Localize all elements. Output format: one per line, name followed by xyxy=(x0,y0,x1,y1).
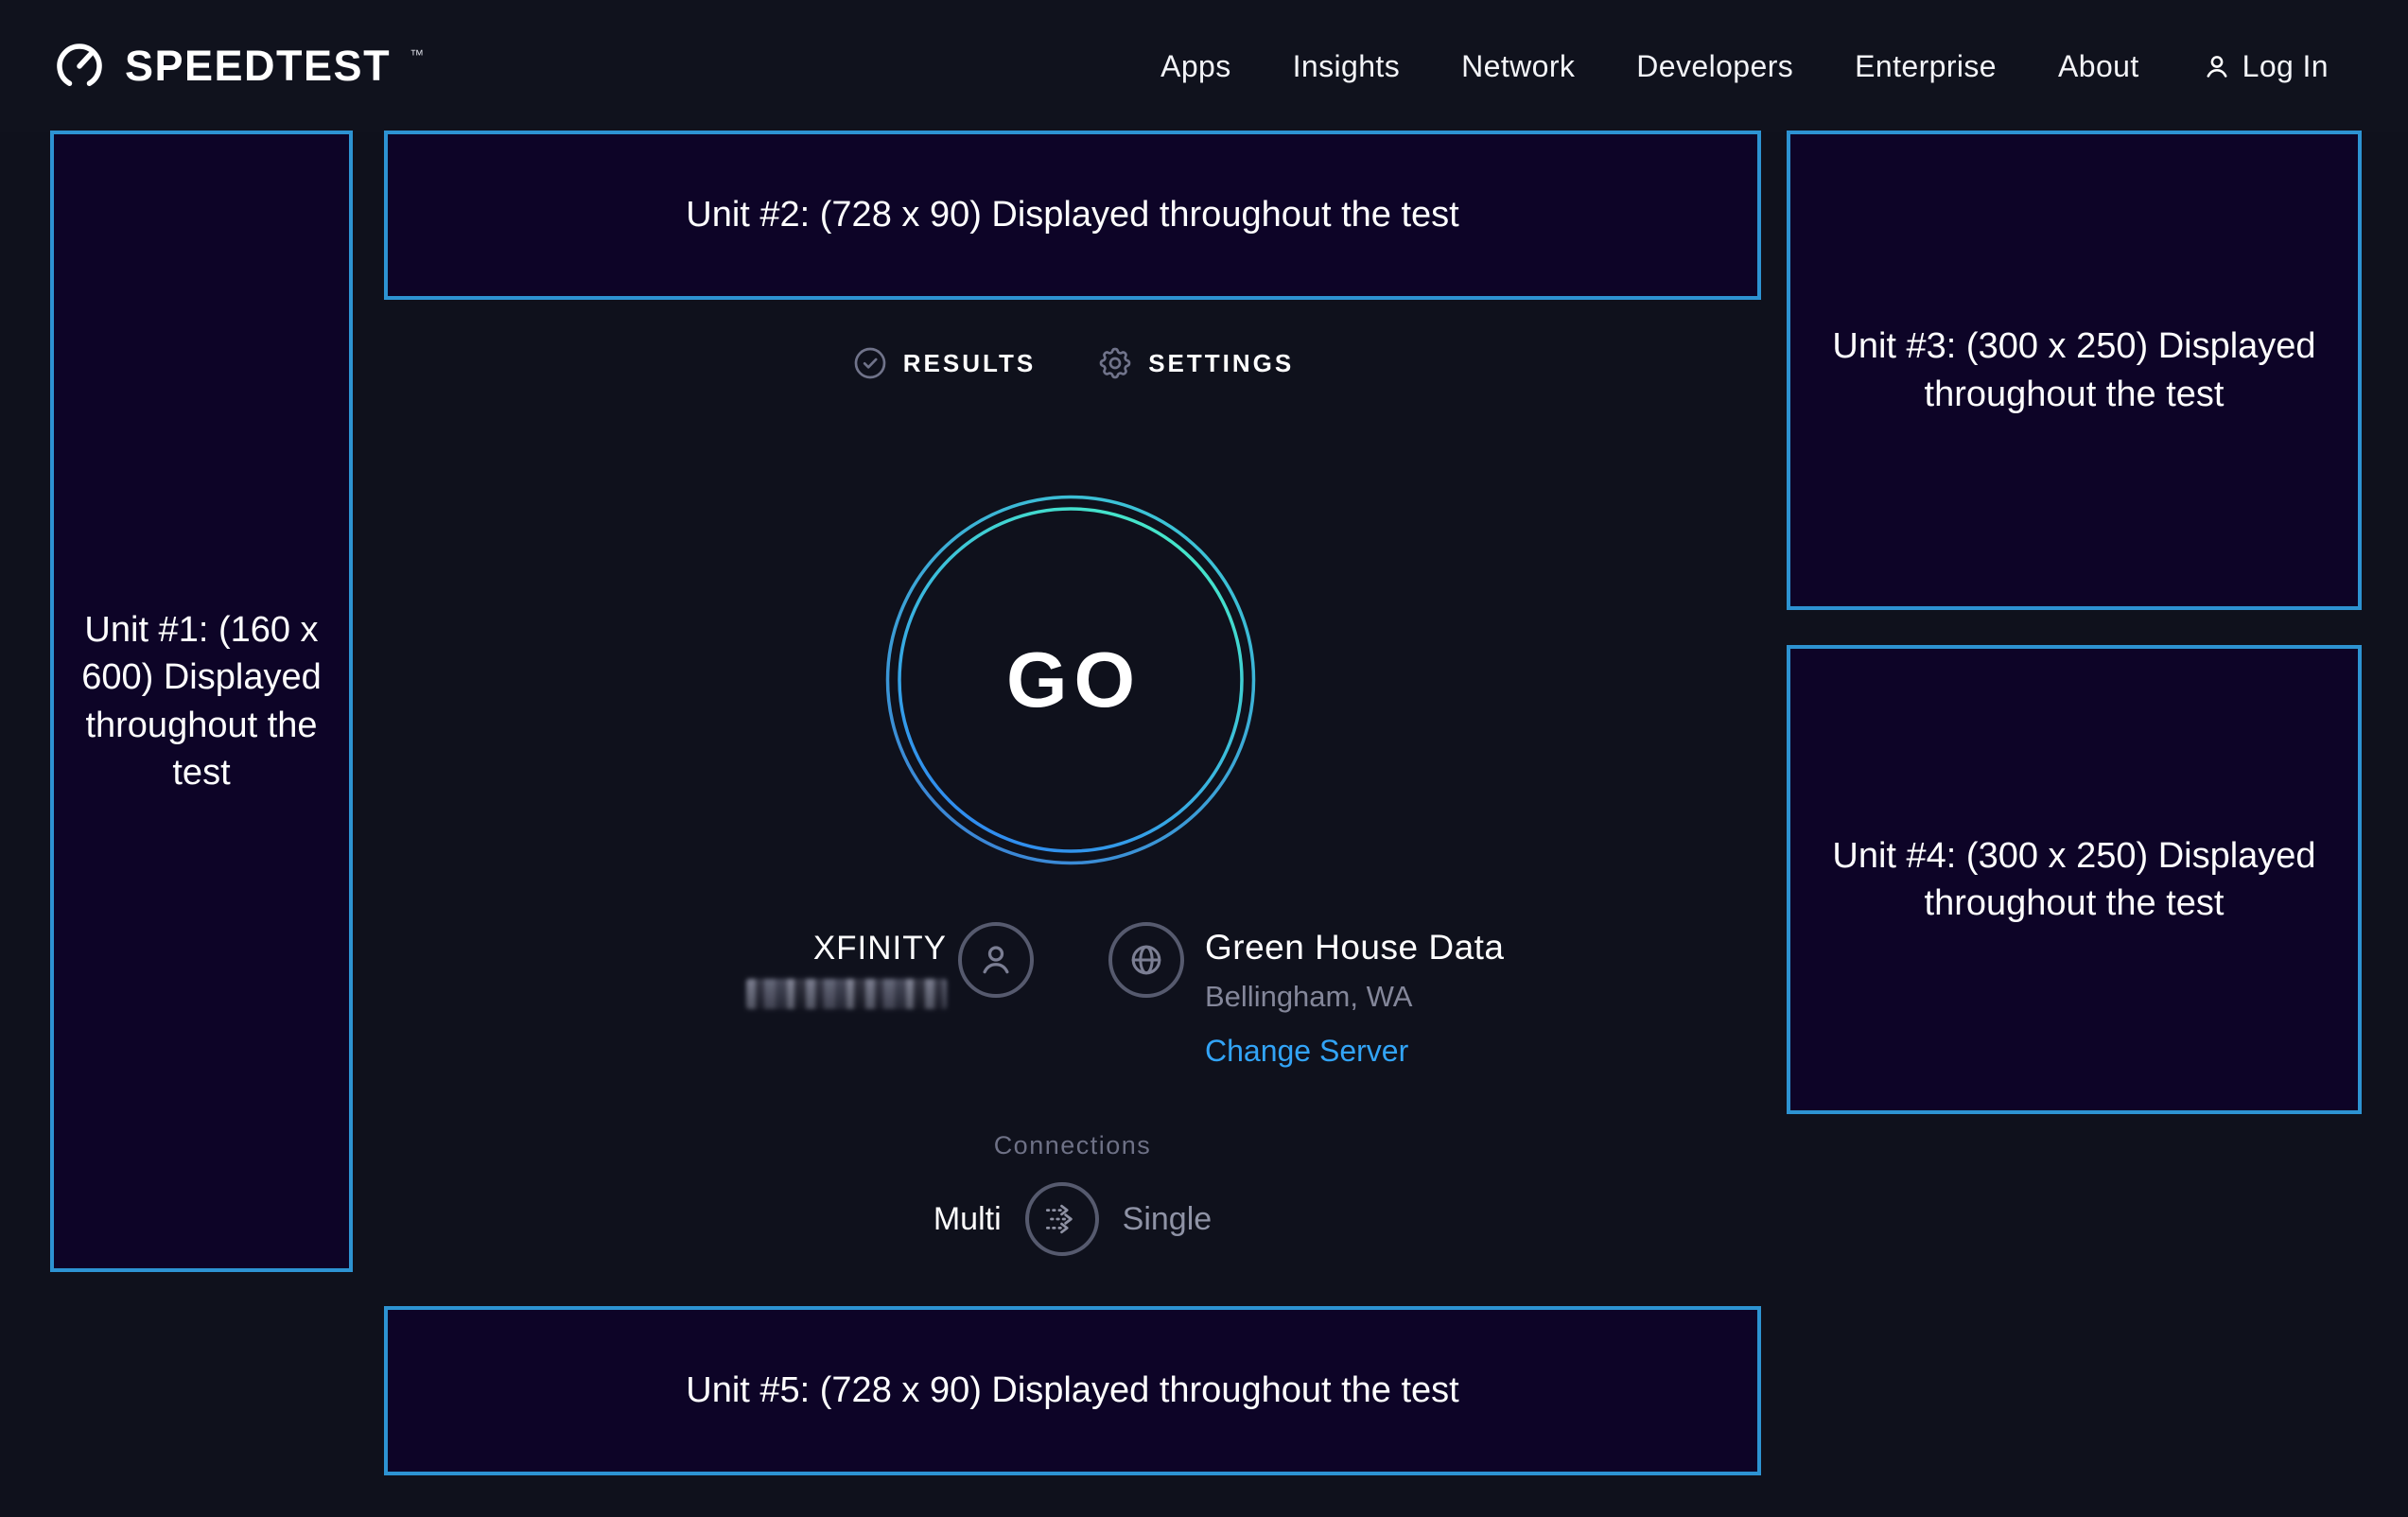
isp-name: XFINITY xyxy=(813,930,947,968)
nav-network[interactable]: Network xyxy=(1461,49,1575,84)
connections-toggle[interactable] xyxy=(1025,1182,1099,1256)
user-icon xyxy=(2201,50,2233,82)
ad-unit-4-text: Unit #4: (300 x 250) Displayed throughou… xyxy=(1823,832,2326,927)
check-circle-icon xyxy=(851,344,889,382)
results-settings-tabs: RESULTS SETTINGS xyxy=(384,339,1761,388)
connections-option-single[interactable]: Single xyxy=(1123,1201,1213,1238)
server-location: Bellingham, WA xyxy=(1205,980,1505,1014)
connections-label: Connections xyxy=(384,1131,1761,1160)
login-label: Log In xyxy=(2242,49,2329,84)
nav-enterprise[interactable]: Enterprise xyxy=(1855,49,1997,84)
go-button[interactable]: GO xyxy=(881,491,1260,869)
trademark-mark: ™ xyxy=(410,47,424,63)
tab-results-label: RESULTS xyxy=(903,349,1036,378)
ad-unit-1[interactable]: Unit #1: (160 x 600) Displayed throughou… xyxy=(50,131,353,1272)
change-server-link[interactable]: Change Server xyxy=(1205,1034,1505,1069)
nav-insights[interactable]: Insights xyxy=(1293,49,1400,84)
connections-option-multi[interactable]: Multi xyxy=(934,1201,1002,1238)
gear-icon xyxy=(1096,344,1134,382)
server-icon-circle xyxy=(1108,922,1184,998)
tab-settings-label: SETTINGS xyxy=(1148,349,1294,378)
ad-unit-1-text: Unit #1: (160 x 600) Displayed throughou… xyxy=(80,606,323,796)
speedtest-logo[interactable]: SPEEDTEST ™ xyxy=(53,40,424,93)
ad-unit-5[interactable]: Unit #5: (728 x 90) Displayed throughout… xyxy=(384,1306,1761,1475)
main-nav: Apps Insights Network Developers Enterpr… xyxy=(1160,49,2329,84)
tab-settings[interactable]: SETTINGS xyxy=(1096,344,1294,382)
ad-unit-2[interactable]: Unit #2: (728 x 90) Displayed throughout… xyxy=(384,131,1761,300)
globe-icon xyxy=(1125,938,1168,982)
masked-ip xyxy=(746,979,947,1009)
server-info: Green House Data Bellingham, WA Change S… xyxy=(1108,922,1505,1069)
ad-unit-4[interactable]: Unit #4: (300 x 250) Displayed throughou… xyxy=(1787,645,2362,1114)
isp-icon-circle xyxy=(958,922,1034,998)
logo-text: SPEEDTEST xyxy=(125,42,391,91)
person-icon xyxy=(974,938,1018,982)
nav-apps[interactable]: Apps xyxy=(1160,49,1231,84)
nav-about[interactable]: About xyxy=(2058,49,2139,84)
top-nav-bar: SPEEDTEST ™ Apps Insights Network Develo… xyxy=(0,0,2408,132)
go-button-rings xyxy=(881,491,1260,869)
ad-unit-3[interactable]: Unit #3: (300 x 250) Displayed throughou… xyxy=(1787,131,2362,610)
connections-toggle-row: Multi Single xyxy=(384,1177,1761,1262)
ad-unit-2-text: Unit #2: (728 x 90) Displayed throughout… xyxy=(686,191,1458,238)
ad-unit-3-text: Unit #3: (300 x 250) Displayed throughou… xyxy=(1823,323,2326,417)
gauge-icon xyxy=(53,40,106,93)
nav-developers[interactable]: Developers xyxy=(1636,49,1793,84)
ad-unit-5-text: Unit #5: (728 x 90) Displayed throughout… xyxy=(686,1367,1458,1414)
multi-connections-arrows-icon xyxy=(1040,1197,1084,1241)
tab-results[interactable]: RESULTS xyxy=(851,344,1036,382)
server-name: Green House Data xyxy=(1205,928,1505,968)
login-button[interactable]: Log In xyxy=(2201,49,2329,84)
isp-info: XFINITY xyxy=(746,922,1034,1009)
